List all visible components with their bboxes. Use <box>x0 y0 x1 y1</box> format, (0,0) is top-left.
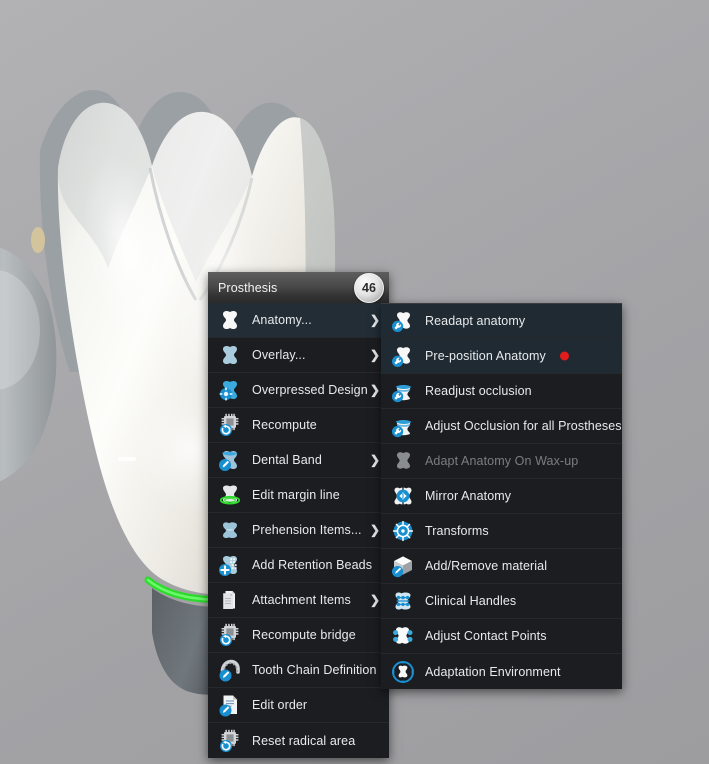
menu-item-label: Anatomy... <box>252 313 312 327</box>
menu-item-label: Edit order <box>252 698 308 712</box>
submenu-item-adjust-occlusion-all[interactable]: Adjust Occlusion for all Prostheses <box>381 409 622 444</box>
menu-item-reset-radical-area[interactable]: Reset radical area <box>208 723 389 758</box>
submenu-item-label: Clinical Handles <box>425 594 517 608</box>
active-tool-indicator <box>560 351 569 361</box>
menu-item-recompute-bridge[interactable]: Recompute bridge <box>208 618 389 653</box>
menu-item-label: Add Retention Beads <box>252 558 373 572</box>
contact-points-icon <box>391 624 415 648</box>
submenu-anatomy[interactable]: Readapt anatomy Pre-position Anatomy Rea… <box>381 303 622 689</box>
submenu-item-label: Adaptation Environment <box>425 664 561 679</box>
cube-pencil-icon <box>391 554 415 578</box>
menu-item-add-retention-beads[interactable]: Add Retention Beads <box>208 548 389 583</box>
occlusion-wrench-icon <box>391 379 415 403</box>
menu-item-label: Overpressed Design <box>252 383 368 397</box>
document-pencil-icon <box>218 693 242 717</box>
tooth-gear-icon <box>218 378 242 402</box>
submenu-item-label: Adjust Contact Points <box>425 629 547 643</box>
adaptation-env-icon <box>391 660 415 684</box>
submenu-item-add-remove-material[interactable]: Add/Remove material <box>381 549 622 584</box>
transform-target-icon <box>391 519 415 543</box>
tooth-white-icon <box>218 308 242 332</box>
menu-item-edit-margin-line[interactable]: Edit margin line <box>208 478 389 513</box>
menu-item-anatomy[interactable]: Anatomy... ❯ <box>208 303 389 338</box>
menu-item-dental-band[interactable]: Dental Band ❯ <box>208 443 389 478</box>
menu-item-recompute[interactable]: Recompute <box>208 408 389 443</box>
chevron-right-icon: ❯ <box>369 523 380 537</box>
submenu-item-adjust-contact-points[interactable]: Adjust Contact Points <box>381 619 622 654</box>
menu-item-tooth-chain-definition[interactable]: Tooth Chain Definition <box>208 653 389 688</box>
submenu-item-label: Adjust Occlusion for all Prostheses <box>425 419 622 433</box>
chevron-right-icon: ❯ <box>369 593 380 607</box>
tooth-gray-icon <box>391 449 415 473</box>
menu-item-label: Prehension Items... <box>252 523 362 537</box>
menu-item-overpressed-design[interactable]: Overpressed Design ❯ <box>208 373 389 408</box>
menu-item-attachment-items[interactable]: Attachment Items ❯ <box>208 583 389 618</box>
submenu-item-label: Readjust occlusion <box>425 384 532 398</box>
chip-refresh-icon <box>218 413 242 437</box>
tooth-margin-line-icon <box>218 483 242 507</box>
menu-item-label: Recompute <box>252 418 317 432</box>
submenu-item-label: Mirror Anatomy <box>425 489 512 503</box>
tooth-wrench-icon <box>391 344 415 368</box>
menu-item-label: Tooth Chain Definition <box>252 663 377 677</box>
menu-item-label: Reset radical area <box>252 733 356 748</box>
menu-item-label: Dental Band <box>252 453 322 467</box>
tooth-blue-icon <box>218 343 242 367</box>
tooth-number-badge: 46 <box>354 272 384 303</box>
submenu-item-transforms[interactable]: Transforms <box>381 514 622 549</box>
menu-item-label: Overlay... <box>252 348 306 362</box>
chain-pencil-icon <box>218 658 242 682</box>
submenu-item-adaptation-environment[interactable]: Adaptation Environment <box>381 654 622 689</box>
chip-refresh-icon <box>218 623 242 647</box>
menu-item-prehension-items[interactable]: Prehension Items... ❯ <box>208 513 389 548</box>
submenu-item-clinical-handles[interactable]: Clinical Handles <box>381 584 622 619</box>
submenu-item-adapt-anatomy-on-wax-up: Adapt Anatomy On Wax-up <box>381 444 622 479</box>
menu-item-overlay[interactable]: Overlay... ❯ <box>208 338 389 373</box>
context-menu-prosthesis[interactable]: Prosthesis 46 Anatomy... ❯ Overlay... ❯ … <box>208 272 389 758</box>
submenu-item-label: Adapt Anatomy On Wax-up <box>425 454 579 468</box>
submenu-item-label: Add/Remove material <box>425 559 548 573</box>
menu-item-label: Edit margin line <box>252 488 340 502</box>
submenu-item-readjust-occlusion[interactable]: Readjust occlusion <box>381 374 622 409</box>
submenu-item-label: Pre-position Anatomy <box>425 349 546 363</box>
submenu-item-label: Transforms <box>425 524 489 538</box>
menu-item-edit-order[interactable]: Edit order <box>208 688 389 723</box>
chevron-right-icon: ❯ <box>369 348 380 362</box>
chevron-right-icon: ❯ <box>369 453 380 467</box>
menu-item-label: Attachment Items <box>252 593 351 607</box>
tooth-beads-plus-icon <box>218 553 242 577</box>
tooth-wrench-icon <box>391 309 415 333</box>
submenu-item-label: Readapt anatomy <box>425 314 526 328</box>
cad-viewport[interactable]: Prosthesis 46 Anatomy... ❯ Overlay... ❯ … <box>0 0 709 764</box>
menu-item-label: Recompute bridge <box>252 628 356 642</box>
tooth-prehension-icon <box>218 518 242 542</box>
submenu-item-pre-position-anatomy[interactable]: Pre-position Anatomy <box>381 339 622 374</box>
attachment-stack-icon <box>218 588 242 612</box>
chevron-right-icon: ❯ <box>369 383 380 397</box>
page-title: Prosthesis <box>218 280 278 295</box>
submenu-item-mirror-anatomy[interactable]: Mirror Anatomy <box>381 479 622 514</box>
occlusion-wrench-icon <box>391 414 415 438</box>
tooth-number-value: 46 <box>362 280 376 295</box>
chip-refresh-icon <box>218 729 242 753</box>
mirror-arrows-icon <box>391 484 415 508</box>
tooth-pencil-icon <box>218 448 242 472</box>
clinical-handles-icon <box>391 589 415 613</box>
submenu-item-readapt-anatomy[interactable]: Readapt anatomy <box>381 304 622 339</box>
context-menu-header: Prosthesis 46 <box>208 272 389 303</box>
chevron-right-icon: ❯ <box>369 313 380 327</box>
